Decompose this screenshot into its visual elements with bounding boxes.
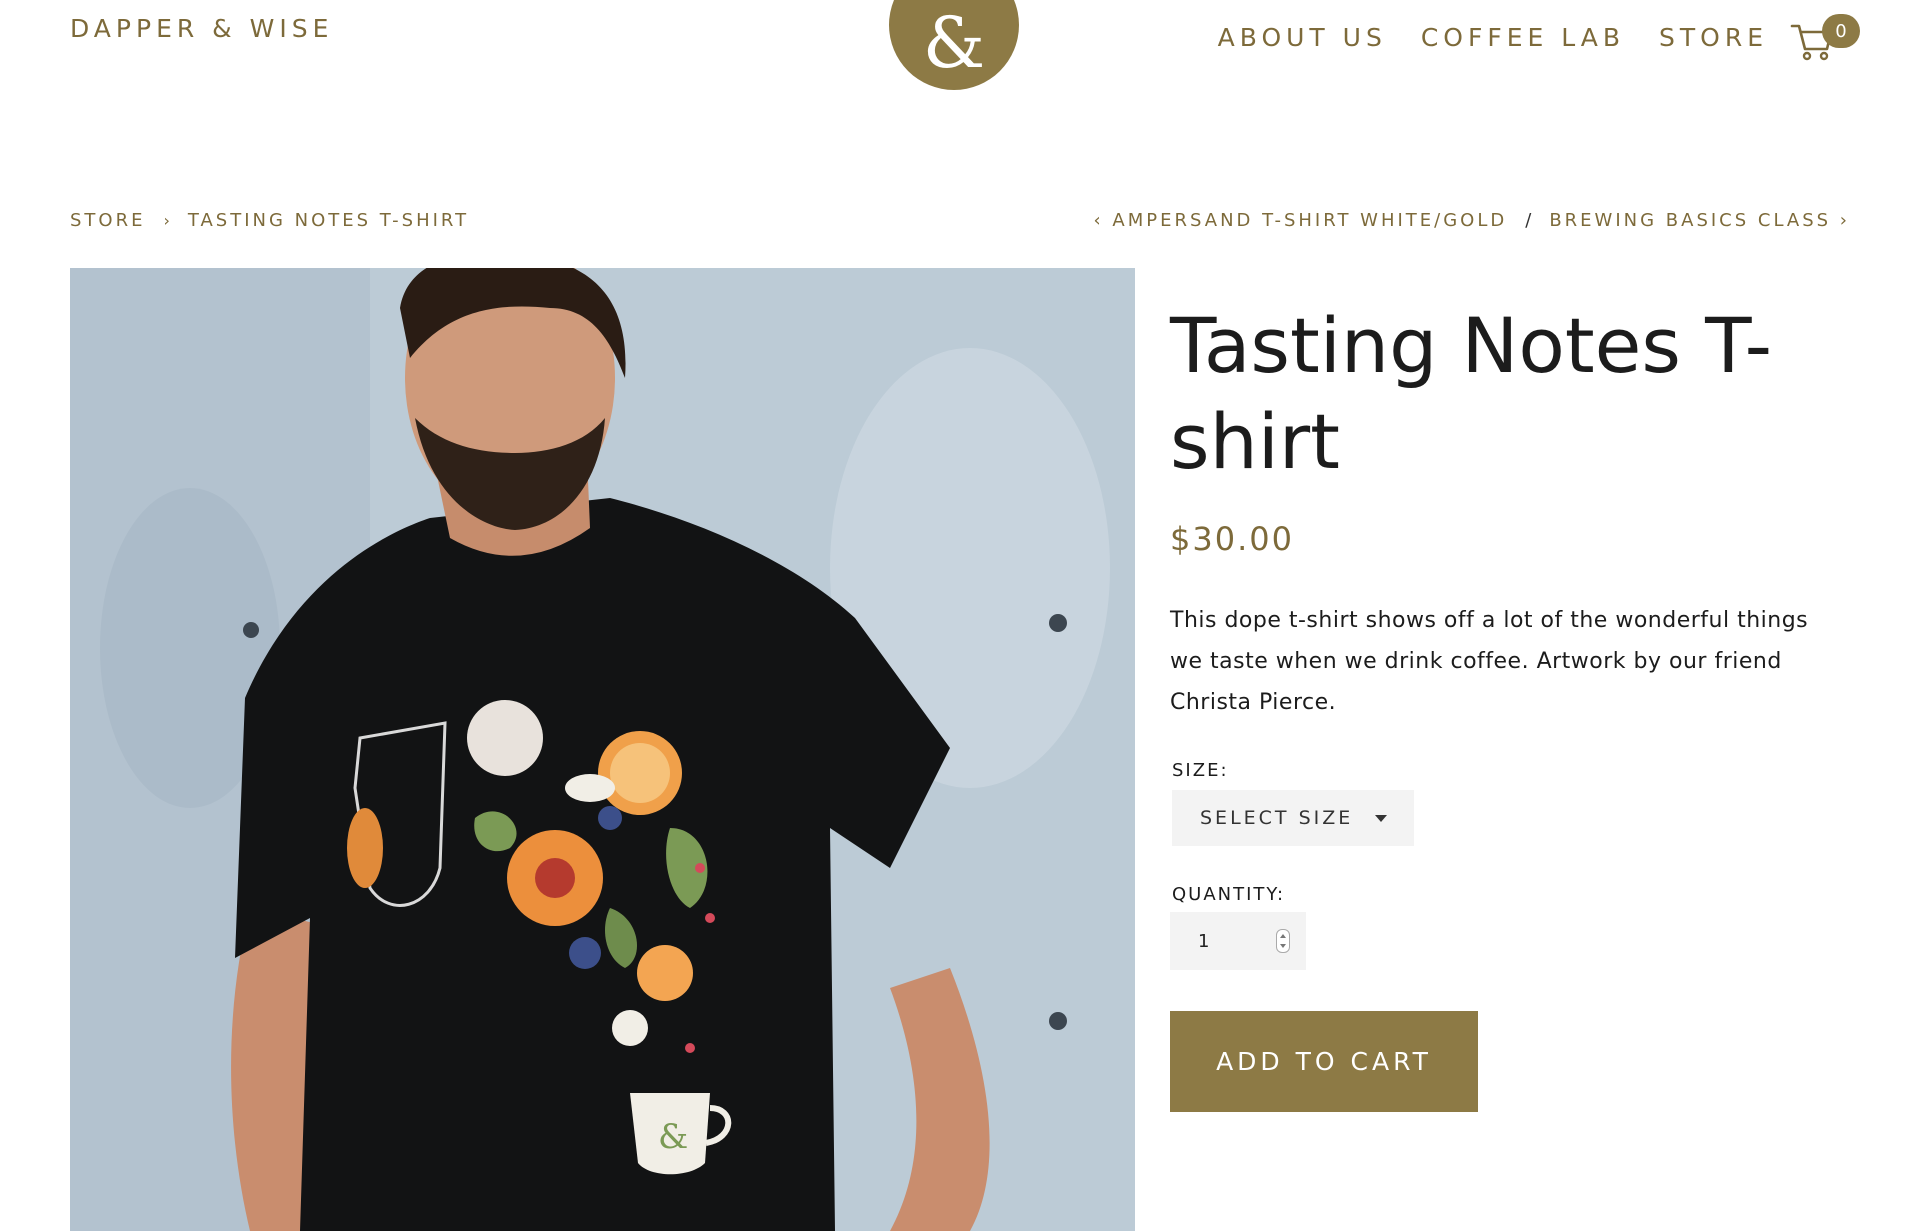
add-to-cart-button[interactable]: ADD TO CART	[1170, 1011, 1478, 1112]
nav-store[interactable]: STORE	[1659, 23, 1768, 52]
product-price: $30.00	[1170, 520, 1294, 558]
breadcrumb-current: TASTING NOTES T-SHIRT	[187, 210, 470, 231]
prev-product-link[interactable]: ‹ AMPERSAND T-SHIRT WHITE/GOLD	[1094, 210, 1508, 231]
caret-down-icon	[1375, 814, 1388, 822]
stepper-arrows-icon[interactable]	[1276, 929, 1290, 953]
brand-name[interactable]: DAPPER & WISE	[70, 14, 333, 43]
quantity-label: QUANTITY:	[1172, 884, 1286, 905]
quantity-input[interactable]	[1196, 929, 1270, 953]
size-select[interactable]: SELECT SIZE	[1172, 790, 1414, 846]
size-label: SIZE:	[1172, 760, 1229, 781]
nav-coffee-lab[interactable]: COFFEE LAB	[1421, 23, 1625, 52]
product-image: &	[70, 268, 1135, 1231]
breadcrumb: STORE › TASTING NOTES T-SHIRT	[70, 210, 469, 231]
chevron-right-icon: ›	[163, 211, 170, 230]
pager-divider: /	[1525, 210, 1532, 231]
product-title: Tasting Notes T-shirt	[1170, 301, 1773, 486]
next-product-link[interactable]: BREWING BASICS CLASS ›	[1549, 210, 1850, 231]
cart-button[interactable]: 0	[1788, 14, 1860, 61]
product-page: DAPPER & WISE & ABOUT US COFFEE LAB STOR…	[0, 0, 1920, 1231]
breadcrumb-store[interactable]: STORE	[70, 210, 145, 231]
svg-text:&: &	[658, 1117, 688, 1157]
cart-count-badge: 0	[1822, 14, 1860, 48]
size-select-value: SELECT SIZE	[1200, 807, 1354, 829]
nav-about-us[interactable]: ABOUT US	[1218, 23, 1387, 52]
ampersand-logo-icon: &	[922, 2, 986, 84]
main-nav: ABOUT US COFFEE LAB STORE 0	[1184, 14, 1860, 61]
product-pager: ‹ AMPERSAND T-SHIRT WHITE/GOLD / BREWING…	[1094, 210, 1850, 231]
logo-badge[interactable]: &	[889, 0, 1019, 90]
product-description: This dope t-shirt shows off a lot of the…	[1170, 608, 1809, 715]
quantity-stepper[interactable]	[1170, 912, 1306, 970]
